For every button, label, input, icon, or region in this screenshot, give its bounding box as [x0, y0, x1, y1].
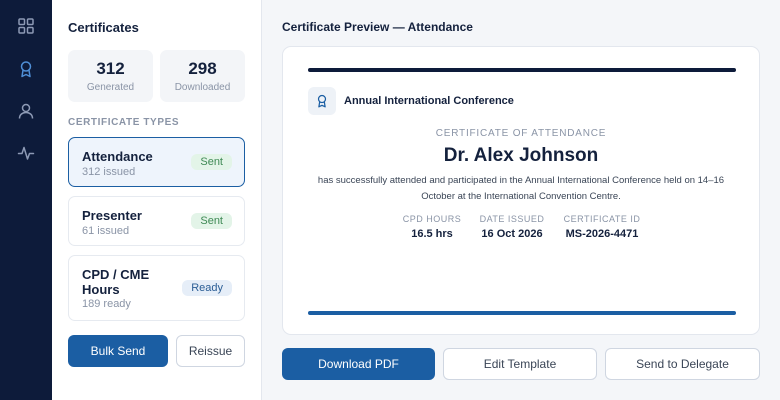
send-to-delegate-button[interactable]: Send to Delegate — [605, 348, 760, 380]
meta-value: 16 Oct 2026 — [481, 228, 543, 240]
organization-name: Annual International Conference — [344, 95, 514, 107]
type-title: Presenter — [82, 208, 142, 223]
status-badge: Sent — [191, 213, 232, 229]
activity-icon[interactable] — [14, 141, 38, 165]
type-sub: 61 issued — [82, 225, 130, 237]
type-sub: 189 ready — [82, 298, 131, 310]
type-card-attendance[interactable]: Attendance 312 issued Sent — [68, 137, 245, 187]
certificate-preview: Annual International Conference CERTIFIC… — [282, 46, 760, 335]
user-icon[interactable] — [14, 99, 38, 123]
ribbon-icon — [308, 87, 336, 115]
type-card-presenter[interactable]: Presenter 61 issued Sent — [68, 196, 245, 246]
certificate-body: has successfully attended and participat… — [301, 173, 741, 205]
stat-generated: 312 Generated — [68, 50, 153, 102]
recipient-name: Dr. Alex Johnson — [443, 145, 599, 166]
section-label: CERTIFICATE TYPES — [68, 117, 180, 128]
certificates-panel: Certificates 312 Generated 298 Downloade… — [52, 0, 262, 400]
meta-date-issued: DATE ISSUED 16 Oct 2026 — [467, 214, 557, 240]
reissue-button[interactable]: Reissue — [176, 335, 245, 367]
body-line: has successfully attended and participat… — [317, 175, 725, 186]
award-icon[interactable] — [14, 57, 38, 81]
stat-label: Generated — [86, 82, 135, 93]
certificate-bottom-bar — [308, 311, 736, 315]
download-pdf-button[interactable]: Download PDF — [282, 348, 435, 380]
meta-label: CPD HOURS — [402, 214, 462, 224]
meta-value: MS-2026-4471 — [565, 228, 639, 240]
meta-label: DATE ISSUED — [479, 214, 545, 224]
status-badge: Ready — [182, 280, 232, 296]
meta-certificate-id: CERTIFICATE ID MS-2026-4471 — [557, 214, 647, 240]
stat-downloaded: 298 Downloaded — [160, 50, 245, 102]
stat-label: Downloaded — [174, 82, 231, 93]
certificate-heading: CERTIFICATE OF ATTENDANCE — [435, 128, 607, 139]
grid-icon[interactable] — [14, 14, 38, 38]
meta-cpd-hours: CPD HOURS 16.5 hrs — [387, 214, 477, 240]
type-title: Attendance — [82, 149, 153, 164]
type-title-line2: Hours — [82, 282, 120, 297]
meta-value: 16.5 hrs — [411, 228, 453, 240]
bulk-send-button[interactable]: Bulk Send — [68, 335, 168, 367]
nav-rail — [0, 0, 52, 400]
edit-template-button[interactable]: Edit Template — [443, 348, 597, 380]
type-card-cpd-cme[interactable]: CPD / CME Hours 189 ready Ready — [68, 255, 245, 321]
panel-title: Certificates — [68, 20, 139, 35]
preview-title: Certificate Preview — Attendance — [282, 20, 473, 34]
stat-value: 298 — [188, 59, 217, 78]
body-line: October at the International Convention … — [421, 191, 621, 202]
meta-label: CERTIFICATE ID — [563, 214, 641, 224]
stat-value: 312 — [96, 59, 125, 78]
type-sub: 312 issued — [82, 166, 136, 178]
certificate-top-bar — [308, 68, 736, 72]
type-title-line1: CPD / CME — [82, 267, 150, 282]
status-badge: Sent — [191, 154, 232, 170]
